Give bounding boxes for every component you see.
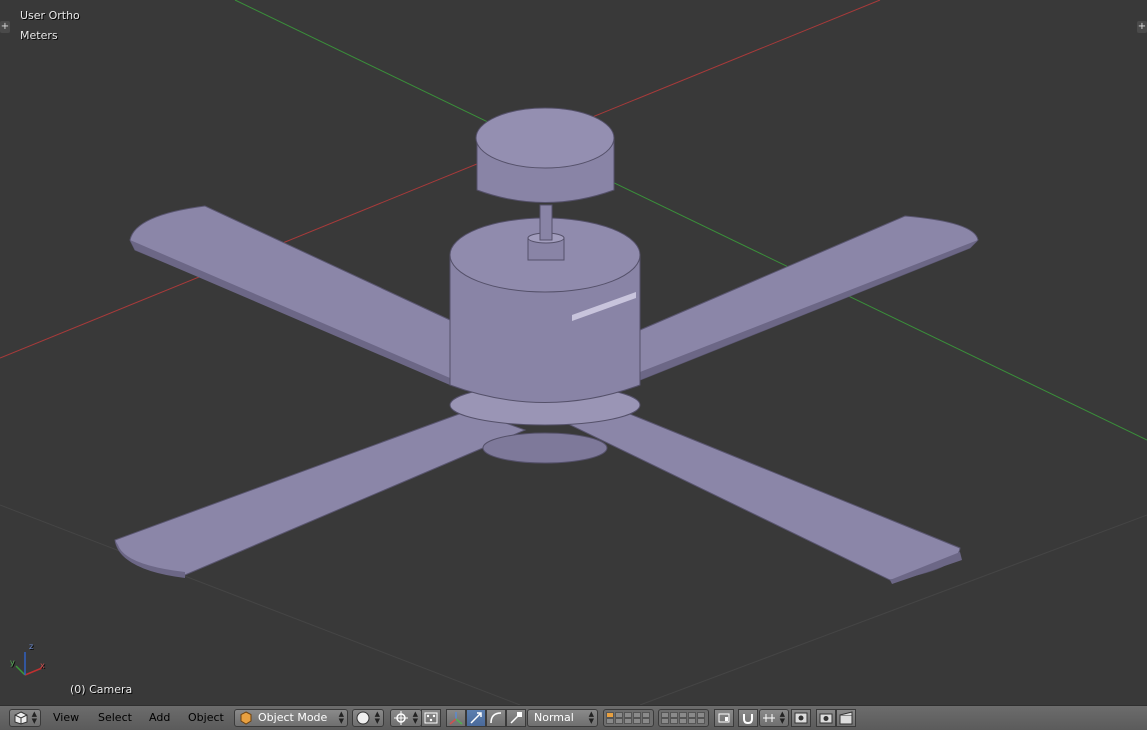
viewport-header: ▲ ▼ View Select Add Object Object Mode ▲ ▼… [0, 705, 1147, 730]
view-type-label: User Ortho [20, 9, 80, 22]
scene-layers-group-2[interactable] [658, 709, 709, 727]
axis-gizmo [15, 652, 43, 676]
scene-layers-group-1[interactable] [603, 709, 654, 727]
active-object-label: (0) Camera [70, 683, 133, 696]
gizmo-y-label: y [10, 658, 15, 667]
render-preview-icon [794, 712, 808, 724]
pivot-icon [394, 711, 408, 725]
transform-orientation-label: Normal [534, 711, 574, 724]
pivot-align-button[interactable] [421, 709, 441, 727]
mode-dropdown-label: Object Mode [258, 711, 328, 724]
render-animation-button[interactable] [836, 709, 856, 727]
y-axis-line [234, 0, 1147, 441]
units-label: Meters [20, 29, 58, 42]
render-image-icon [819, 713, 833, 724]
3d-viewport[interactable]: User Ortho Meters (0) Camera z y x + + [0, 0, 1147, 705]
render-animation-icon [839, 711, 853, 725]
menu-select[interactable]: Select [98, 711, 132, 725]
right-region-toggle[interactable]: + [1137, 21, 1147, 33]
editor-type-button[interactable]: ▲ ▼ [9, 709, 41, 727]
gizmo-x-label: x [40, 661, 45, 670]
scale-icon [510, 712, 522, 724]
menu-object[interactable]: Object [188, 711, 224, 725]
sphere-icon [356, 711, 370, 725]
scale-manipulator-button[interactable] [506, 709, 526, 727]
rotate-icon [490, 712, 502, 724]
object-cube-icon [240, 711, 252, 725]
menu-view[interactable]: View [53, 711, 79, 725]
ceiling-fan-mesh[interactable] [114, 107, 979, 584]
render-image-button[interactable] [816, 709, 836, 727]
menu-add[interactable]: Add [149, 711, 170, 725]
mode-dropdown[interactable]: Object Mode ▲ ▼ [234, 709, 348, 727]
snap-element-dropdown[interactable]: ▲ ▼ [759, 709, 789, 727]
pivot-point-dropdown[interactable]: ▲ ▼ [390, 709, 422, 727]
snap-toggle-button[interactable] [738, 709, 758, 727]
manipulator-toggle-button[interactable] [446, 709, 466, 727]
left-region-toggle[interactable]: + [0, 21, 10, 33]
cube-icon [14, 711, 28, 725]
transform-orientation-dropdown[interactable]: Normal ▲ ▼ [527, 709, 598, 727]
translate-manipulator-button[interactable] [466, 709, 486, 727]
viewport-shading-dropdown[interactable]: ▲ ▼ [352, 709, 384, 727]
lock-camera-icon [718, 713, 730, 723]
lock-camera-button[interactable] [714, 709, 734, 727]
rotate-manipulator-button[interactable] [486, 709, 506, 727]
translate-icon [470, 712, 482, 724]
pivot-align-icon [424, 712, 438, 724]
viewport-scene[interactable] [0, 0, 1147, 705]
snap-magnet-icon [743, 714, 753, 725]
render-preview-button[interactable] [791, 709, 811, 727]
manipulator-toggle-icon [449, 712, 463, 725]
gizmo-z-label: z [29, 642, 34, 651]
snap-element-icon [763, 714, 775, 722]
